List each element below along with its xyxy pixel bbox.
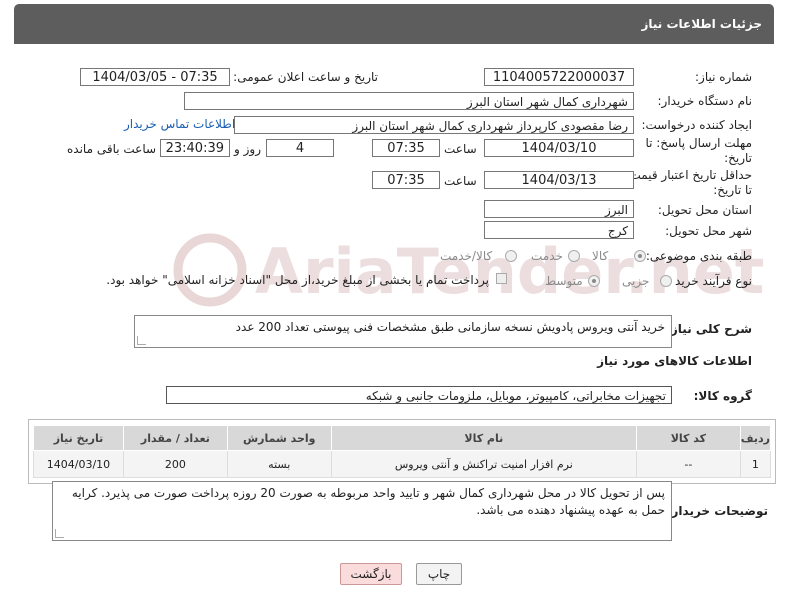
cell-name: نرم افزار امنیت تراکنش و آنتی ویروس — [330, 450, 637, 478]
col-header-unit: واحد شمارش — [226, 425, 332, 451]
category-option-goods-service: کالا/خدمت — [440, 249, 493, 263]
col-header-row-number: ردیف — [739, 425, 772, 451]
category-option-goods: کالا — [592, 249, 609, 263]
table-header-row: ردیف کد کالا نام کالا واحد شمارش تعداد /… — [33, 425, 772, 451]
province-field: البرز — [484, 200, 634, 218]
category-radio-goods-service[interactable] — [505, 250, 517, 262]
creator-field: رضا مقصودی کارپرداز شهرداری کمال شهر است… — [234, 116, 634, 134]
goods-group-label: گروه کالا: — [693, 389, 752, 403]
category-radio-goods[interactable] — [634, 250, 646, 262]
validity-date-field: 1404/03/13 — [484, 171, 634, 189]
items-table: ردیف کد کالا نام کالا واحد شمارش تعداد /… — [33, 425, 772, 478]
watermark-text: AriaTender.net — [255, 235, 764, 308]
back-button[interactable]: بازگشت — [340, 563, 402, 585]
city-field: کرج — [484, 221, 634, 239]
announce-label: تاریخ و ساعت اعلان عمومی: — [233, 70, 378, 84]
resize-handle[interactable] — [55, 529, 64, 538]
buyer-notes-text: پس از تحویل کالا در محل شهرداری کمال شهر… — [71, 486, 665, 517]
buyer-org-label: نام دستگاه خریدار: — [657, 94, 753, 108]
resize-handle[interactable] — [137, 336, 146, 345]
category-option-service: خدمت — [531, 249, 563, 263]
need-number-label: شماره نیاز: — [695, 70, 752, 84]
deadline-time-label: ساعت — [444, 142, 477, 156]
process-label: نوع فرآیند خرید : — [667, 274, 752, 288]
treasury-checkbox[interactable] — [496, 273, 507, 284]
days-field: 4 — [266, 139, 334, 157]
province-label: استان محل تحویل: — [657, 203, 752, 217]
payment-note: پرداخت تمام یا بخشی از مبلغ خرید،از محل … — [106, 273, 489, 287]
process-option-minor: جزیی — [622, 274, 650, 288]
items-table-container: ردیف کد کالا نام کالا واحد شمارش تعداد /… — [28, 419, 776, 484]
process-radio-medium[interactable] — [588, 275, 600, 287]
remaining-time-field: 23:40:39 — [160, 139, 230, 157]
category-label: طبقه بندی موضوعی: — [645, 249, 752, 263]
cell-row-number: 1 — [739, 450, 772, 478]
header-panel: جزئیات اطلاعات نیاز — [14, 4, 774, 44]
category-radio-service[interactable] — [568, 250, 580, 262]
buyer-notes-textarea[interactable]: پس از تحویل کالا در محل شهرداری کمال شهر… — [52, 481, 672, 541]
announce-field: 1404/03/05 - 07:35 — [80, 68, 230, 86]
remaining-label: ساعت باقی مانده — [67, 142, 157, 156]
description-textarea[interactable]: خرید آنتی ویروس پادویش نسخه سازمانی طبق … — [134, 315, 672, 348]
deadline-time-field: 07:35 — [372, 139, 440, 157]
process-option-medium: متوسط — [545, 274, 583, 288]
goods-group-field: تجهیزات مخابراتی، کامپیوتر، موبایل، ملزو… — [166, 386, 672, 404]
validity-label-1: حداقل تاریخ اعتبار قیمت: — [625, 168, 752, 182]
deadline-date-field: 1404/03/10 — [484, 139, 634, 157]
buyer-org-field: شهرداری کمال شهر استان البرز — [184, 92, 634, 110]
city-label: شهر محل تحویل: — [665, 224, 752, 238]
watermark: AriaTender.net — [173, 233, 764, 308]
col-header-date: تاریخ نیاز — [33, 425, 124, 451]
deadline-label-2: تاریخ: — [724, 151, 752, 165]
goods-section-title: اطلاعات کالاهای مورد نیاز — [597, 354, 752, 368]
col-header-name: نام کالا — [330, 425, 637, 451]
buyer-contact-link[interactable]: اطلاعات تماس خریدار — [124, 117, 235, 131]
creator-label: ایجاد کننده درخواست: — [641, 118, 752, 132]
print-button[interactable]: چاپ — [416, 563, 462, 585]
page-title: جزئیات اطلاعات نیاز — [641, 17, 762, 31]
cell-date: 1404/03/10 — [33, 450, 124, 478]
days-label: روز و — [234, 142, 261, 156]
validity-time-label: ساعت — [444, 174, 477, 188]
table-row: 1 -- نرم افزار امنیت تراکنش و آنتی ویروس… — [33, 450, 772, 478]
buyer-notes-label: توضیحات خریدار: — [666, 504, 768, 518]
cell-code: -- — [635, 450, 741, 478]
description-label: شرح کلی نیاز: — [666, 322, 752, 336]
need-number-field: 1104005722000037 — [484, 68, 634, 86]
validity-label-2: تا تاریخ: — [713, 183, 752, 197]
deadline-label-1: مهلت ارسال پاسخ: تا — [645, 136, 752, 150]
col-header-code: کد کالا — [635, 425, 741, 451]
cell-unit: بسته — [226, 450, 332, 478]
cell-qty: 200 — [122, 450, 228, 478]
process-radio-minor[interactable] — [660, 275, 672, 287]
description-text: خرید آنتی ویروس پادویش نسخه سازمانی طبق … — [235, 320, 665, 334]
validity-time-field: 07:35 — [372, 171, 440, 189]
col-header-qty: تعداد / مقدار — [122, 425, 228, 451]
